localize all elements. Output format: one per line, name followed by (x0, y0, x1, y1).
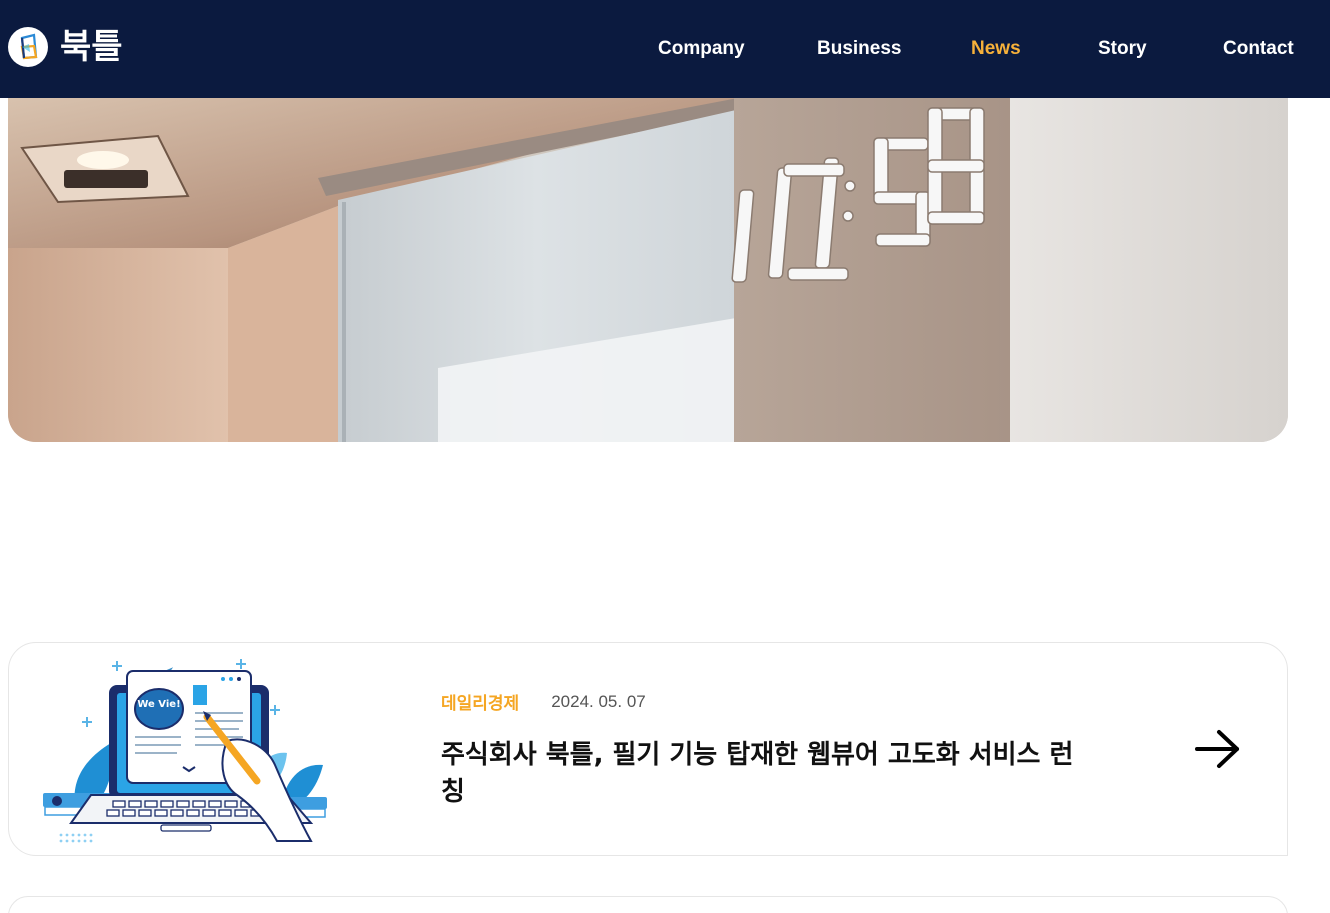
site-header: 북틀 Company Business News Story Contact (0, 0, 1330, 98)
hero-image (8, 98, 1288, 442)
news-card[interactable]: We Vie! 데일리경제 2024. 05. 07 주식회사 북틀, 필기 기… (8, 642, 1288, 856)
article-title[interactable]: 주식회사 북틀, 필기 기능 탑재한 웹뷰어 고도화 서비스 런칭 (441, 737, 1081, 811)
nav-story[interactable]: Story (1098, 34, 1147, 64)
nav-contact[interactable]: Contact (1223, 34, 1294, 64)
article-date: 2024. 05. 07 (551, 691, 646, 711)
article-source: 데일리경제 (441, 694, 520, 714)
article-meta: 데일리경제 2024. 05. 07 (441, 689, 646, 715)
arrow-right-icon[interactable] (1195, 729, 1241, 769)
nav-news[interactable]: News (971, 34, 1021, 64)
nav-company[interactable]: Company (658, 34, 745, 64)
news-card[interactable] (8, 896, 1288, 913)
thumbnail-text: We Vie! (137, 699, 180, 710)
nav-business[interactable]: Business (817, 34, 901, 64)
article-thumbnail: We Vie! (31, 655, 331, 845)
main-nav: Company Business News Story Contact (0, 34, 1330, 64)
